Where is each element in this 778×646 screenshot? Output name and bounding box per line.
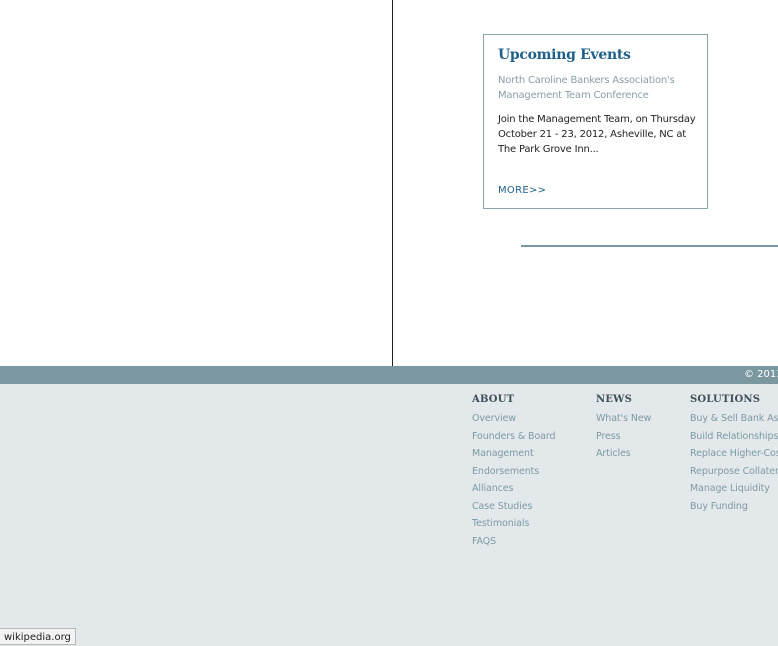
footer-link-articles[interactable]: Articles: [596, 445, 651, 463]
event-subtitle[interactable]: North Caroline Bankers Association's Man…: [498, 73, 698, 103]
site-footer: ABOUT Overview Founders & Board Manageme…: [0, 384, 778, 646]
footer-link-management[interactable]: Management: [472, 445, 555, 463]
footer-link-replace-higher-cost[interactable]: Replace Higher-Cos: [690, 445, 778, 463]
footer-link-press[interactable]: Press: [596, 428, 651, 446]
footer-link-whats-new[interactable]: What's New: [596, 410, 651, 428]
footer-link-endorsements[interactable]: Endorsements: [472, 463, 555, 481]
upcoming-events-panel: Upcoming Events North Caroline Bankers A…: [483, 34, 708, 209]
footer-link-repurpose-collateral[interactable]: Repurpose Collatera: [690, 463, 778, 481]
copyright-bar: [0, 366, 778, 384]
footer-link-manage-liquidity[interactable]: Manage Liquidity: [690, 480, 778, 498]
footer-column-about: ABOUT Overview Founders & Board Manageme…: [472, 394, 556, 551]
footer-link-buy-funding[interactable]: Buy Funding: [690, 498, 778, 516]
footer-column-news: NEWS What's New Press Articles: [596, 394, 651, 463]
footer-column-solutions: SOLUTIONS Buy & Sell Bank Ass Build Rela…: [690, 394, 778, 515]
footer-heading-solutions: SOLUTIONS: [690, 394, 761, 405]
footer-heading-about: ABOUT: [472, 394, 515, 405]
footer-heading-news: NEWS: [596, 394, 633, 405]
link-status-url: wikipedia.org: [0, 628, 76, 645]
column-divider: [392, 0, 393, 366]
footer-link-case-studies[interactable]: Case Studies: [472, 498, 555, 516]
footer-link-founders-board[interactable]: Founders & Board: [472, 428, 556, 446]
footer-link-overview[interactable]: Overview: [472, 410, 555, 428]
footer-link-build-relationships[interactable]: Build Relationships: [690, 428, 778, 446]
event-description: Join the Management Team, on Thursday Oc…: [498, 114, 696, 155]
section-divider: [521, 245, 778, 247]
copyright-text: © 2013: [744, 369, 778, 380]
footer-link-buy-sell-bank-assets[interactable]: Buy & Sell Bank Ass: [690, 410, 778, 428]
footer-link-alliances[interactable]: Alliances: [472, 480, 555, 498]
events-title: Upcoming Events: [498, 47, 631, 63]
more-link[interactable]: MORE>>: [498, 185, 546, 196]
footer-link-testimonials[interactable]: Testimonials: [472, 515, 555, 533]
footer-link-faqs[interactable]: FAQS: [472, 533, 555, 551]
